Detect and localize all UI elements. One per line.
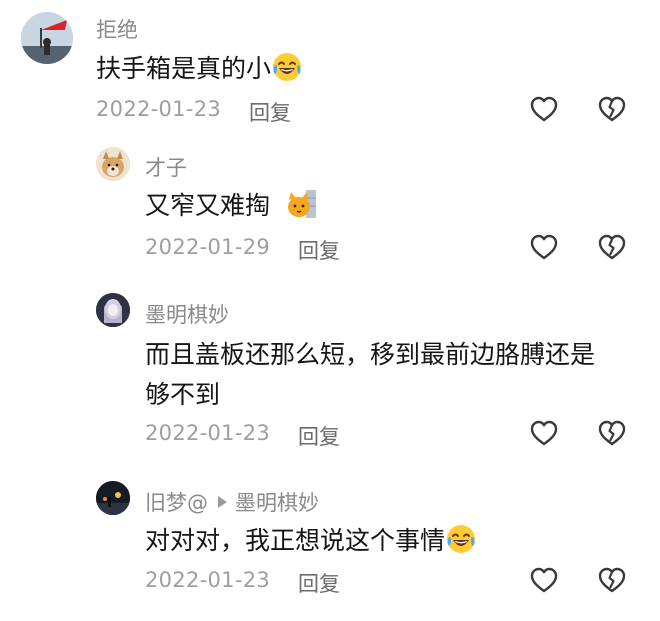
avatar[interactable] — [96, 481, 130, 515]
reply-button[interactable]: 回复 — [298, 235, 340, 265]
broken-heart-icon[interactable] — [597, 94, 627, 124]
comment-date: 2022-01-23 — [145, 421, 271, 445]
reply-button[interactable]: 回复 — [298, 568, 340, 598]
comment-text: 扶手箱是真的小 — [96, 50, 303, 88]
heart-outline-icon[interactable] — [529, 232, 559, 262]
comment-date: 2022-01-29 — [145, 235, 271, 259]
broken-heart-icon[interactable] — [597, 418, 627, 448]
broken-heart-icon[interactable] — [597, 232, 627, 262]
avatar[interactable] — [96, 293, 130, 327]
comment-text: 而且盖板还那么短，移到最前边胳膊还是 够不到 — [145, 340, 596, 409]
reply-to-username[interactable]: 墨明棋妙 — [235, 491, 319, 515]
comment-text: 又窄又难掏 — [145, 187, 318, 225]
username[interactable]: 拒绝 — [96, 14, 138, 44]
broken-heart-icon[interactable] — [597, 565, 627, 595]
heart-outline-icon[interactable] — [529, 565, 559, 595]
reply-button[interactable]: 回复 — [249, 97, 291, 127]
username[interactable]: 才子 — [145, 152, 187, 182]
tears-of-joy-emoji — [271, 51, 303, 83]
cat-emoji — [287, 190, 316, 218]
avatar[interactable] — [96, 147, 130, 181]
reply-to-arrow-icon — [218, 496, 227, 508]
comment-date: 2022-01-23 — [145, 568, 271, 592]
heart-outline-icon[interactable] — [529, 94, 559, 124]
username-link[interactable]: 旧梦@ — [145, 491, 208, 515]
comment-text: 对对对，我正想说这个事情 — [145, 522, 477, 560]
username[interactable]: 墨明棋妙 — [145, 299, 229, 329]
tears-of-joy-emoji — [445, 523, 477, 555]
comment-date: 2022-01-23 — [96, 97, 222, 121]
heart-outline-icon[interactable] — [529, 418, 559, 448]
username: 旧梦@ 墨明棋妙 — [145, 487, 319, 517]
avatar[interactable] — [21, 12, 73, 64]
reply-button[interactable]: 回复 — [298, 421, 340, 451]
